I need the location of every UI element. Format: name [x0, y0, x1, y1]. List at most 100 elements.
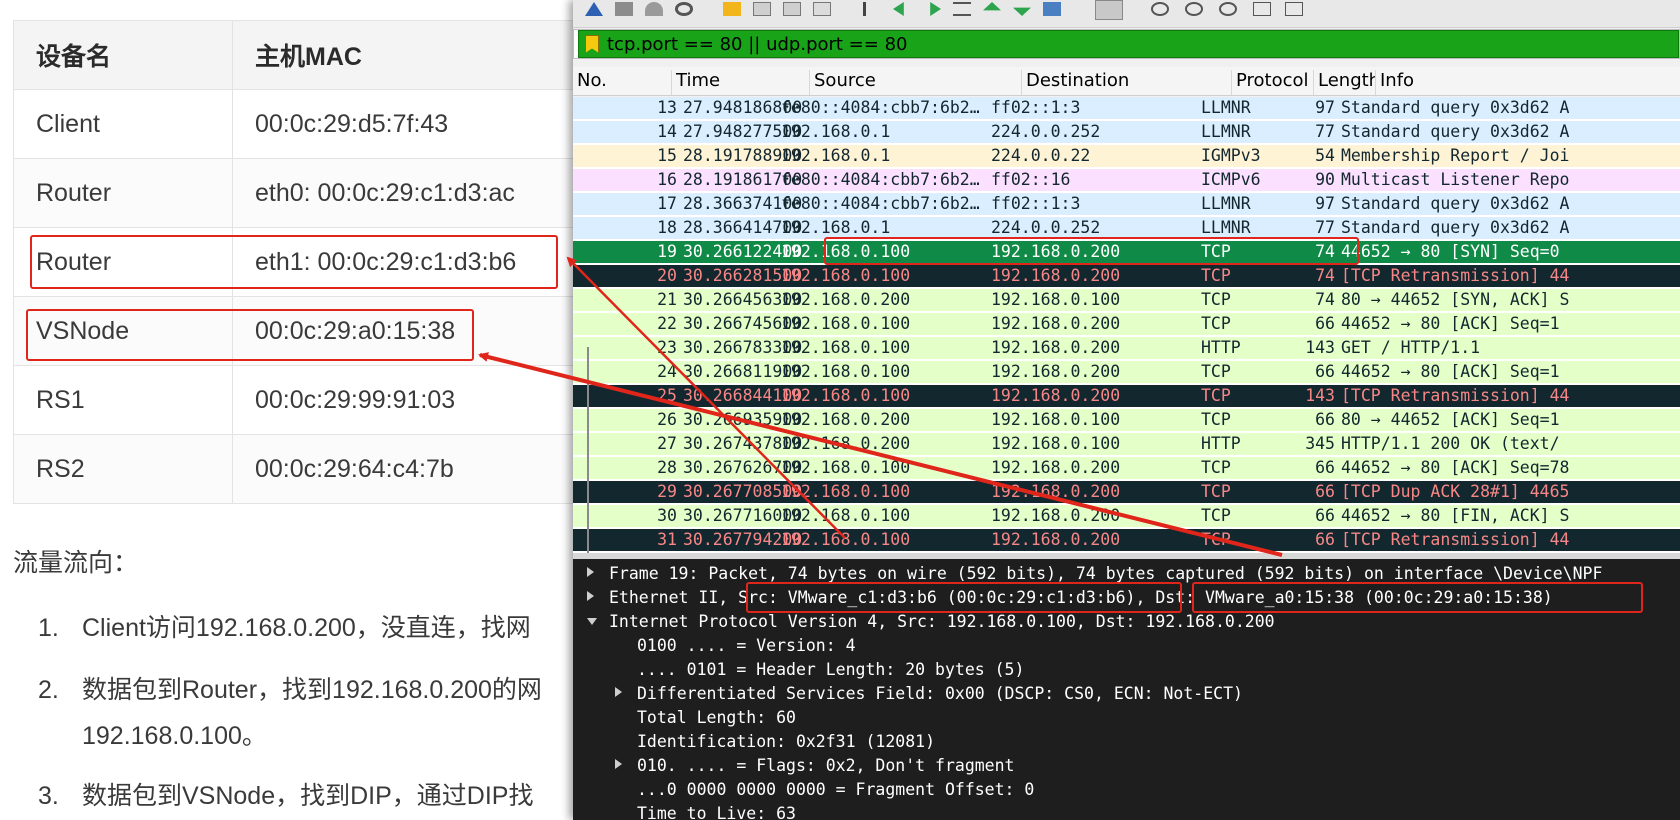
packet-protocol-cell: HTTP	[1201, 338, 1241, 357]
packet-source-cell: 192.168.0.100	[781, 266, 911, 285]
packet-row[interactable]: 28 30.267626700 192.168.0.100 192.168.0.200…	[573, 457, 1680, 479]
packet-no-cell: 17	[657, 194, 677, 213]
go-back-icon[interactable]	[893, 2, 904, 16]
column-header-info[interactable]: Info	[1375, 70, 1680, 95]
column-header-source[interactable]: Source	[809, 70, 1021, 95]
packet-destination-cell: 192.168.0.100	[991, 290, 1121, 309]
save-file-icon[interactable]	[753, 2, 771, 16]
packet-row[interactable]: 17 28.366374100 fe80::4084:cbb7:6b2… ff02::…	[573, 193, 1680, 215]
go-first-icon[interactable]	[983, 2, 1001, 11]
packet-destination-cell: 192.168.0.200	[991, 338, 1121, 357]
packet-row[interactable]: 26 30.266935900 192.168.0.200 192.168.0.100…	[573, 409, 1680, 431]
stop-capture-icon[interactable]	[615, 2, 633, 16]
packet-row[interactable]: 27 30.267437800 192.168.0.200 192.168.0.100…	[573, 433, 1680, 455]
packet-row[interactable]: 25 30.266844100 192.168.0.100 192.168.0.200…	[573, 385, 1680, 407]
packet-row[interactable]: 20 30.266281500 192.168.0.100 192.168.0.200…	[573, 265, 1680, 287]
colorize-icon[interactable]	[1095, 0, 1123, 20]
detail-text: Identification: 0x2f31 (12081)	[637, 732, 936, 751]
go-to-packet-icon[interactable]	[953, 2, 971, 16]
document-panel: 设备名 主机MAC Client 00:0c:29:d5:7f:43 Route…	[0, 0, 580, 820]
detail-tree-item[interactable]: Differentiated Services Field: 0x00 (DSC…	[573, 683, 1680, 705]
packet-info-cell: Membership Report / Joi	[1341, 146, 1570, 165]
packet-protocol-cell: HTTP	[1201, 434, 1241, 453]
detail-tree-item[interactable]: Time to Live: 63	[573, 803, 1680, 820]
packet-row[interactable]: 24 30.266811900 192.168.0.100 192.168.0.200…	[573, 361, 1680, 383]
packet-protocol-cell: LLMNR	[1201, 122, 1251, 141]
packet-no-cell: 20	[657, 266, 677, 285]
packet-list-header: No. Time Source Destination Protocol Len…	[573, 67, 1680, 96]
packet-info-cell: 80 → 44652 [SYN, ACK] S	[1341, 290, 1570, 309]
zoom-normal-icon[interactable]	[1219, 2, 1237, 16]
expand-arrow-icon[interactable]	[615, 759, 622, 769]
expand-arrow-icon[interactable]	[587, 567, 594, 577]
table-row: Router eth0: 00:0c:29:c1:d3:ac	[13, 158, 580, 228]
highlight-packet-19-box	[824, 237, 1359, 265]
packet-info-cell: [TCP Retransmission] 44	[1341, 386, 1570, 405]
detail-tree-item[interactable]: 0100 .... = Version: 4	[573, 635, 1680, 657]
packet-source-cell: fe80::4084:cbb7:6b2…	[781, 98, 980, 117]
packet-info-cell: GET / HTTP/1.1	[1341, 338, 1481, 357]
packet-destination-cell: 192.168.0.200	[991, 530, 1121, 549]
packet-row[interactable]: 31 30.267794200 192.168.0.100 192.168.0.200…	[573, 529, 1680, 551]
packet-info-cell: HTTP/1.1 200 OK (text/	[1341, 434, 1560, 453]
detail-tree-item[interactable]: 010. .... = Flags: 0x2, Don't fragment	[573, 755, 1680, 777]
autoscroll-icon[interactable]	[1043, 2, 1061, 16]
packet-row[interactable]: 15 28.191788900 192.168.0.1 224.0.0.22 IGMPv…	[573, 145, 1680, 167]
device-name-cell: Client	[13, 89, 233, 159]
mac-cell: 00:0c:29:64:c4:7b	[232, 434, 580, 504]
open-file-icon[interactable]	[723, 2, 741, 16]
restart-capture-icon[interactable]	[645, 2, 663, 16]
zoom-in-icon[interactable]	[1151, 2, 1169, 16]
packet-destination-cell: 224.0.0.252	[991, 218, 1101, 237]
zoom-out-icon[interactable]	[1185, 2, 1203, 16]
go-forward-icon[interactable]	[930, 2, 941, 16]
packet-protocol-cell: TCP	[1201, 458, 1231, 477]
step-item: 192.168.0.100。	[38, 713, 267, 759]
packet-destination-cell: 224.0.0.252	[991, 122, 1101, 141]
layout-icon[interactable]	[1285, 2, 1303, 16]
packet-source-cell: 192.168.0.1	[781, 122, 891, 141]
detail-text: Differentiated Services Field: 0x00 (DSC…	[637, 684, 1243, 703]
display-filter-bar: tcp.port == 80 || udp.port == 80	[573, 29, 1680, 59]
packet-source-cell: fe80::4084:cbb7:6b2…	[781, 170, 980, 189]
step-text: Client访问192.168.0.200，没直连，找网	[82, 614, 531, 642]
packet-row[interactable]: 30 30.267716000 192.168.0.100 192.168.0.200…	[573, 505, 1680, 527]
display-filter-input[interactable]: tcp.port == 80 || udp.port == 80	[578, 30, 1679, 58]
packet-no-cell: 21	[657, 290, 677, 309]
close-file-icon[interactable]	[783, 2, 801, 16]
packet-row[interactable]: 13 27.948186800 fe80::4084:cbb7:6b2… ff02::…	[573, 97, 1680, 119]
detail-tree-item[interactable]: Identification: 0x2f31 (12081)	[573, 731, 1680, 753]
step-item: 1. Client访问192.168.0.200，没直连，找网	[38, 605, 531, 651]
expand-arrow-icon[interactable]	[587, 591, 594, 601]
column-header-length[interactable]: Length	[1313, 70, 1375, 95]
find-packet-icon[interactable]	[863, 2, 881, 16]
packet-row[interactable]: 16 28.191861700 fe80::4084:cbb7:6b2… ff02::…	[573, 169, 1680, 191]
packet-row[interactable]: 14 27.948277500 192.168.0.1 224.0.0.252 LLMN…	[573, 121, 1680, 143]
capture-options-icon[interactable]	[675, 2, 693, 16]
expand-arrow-icon[interactable]	[615, 687, 622, 697]
detail-tree-item[interactable]: Total Length: 60	[573, 707, 1680, 729]
detail-tree-item[interactable]: Internet Protocol Version 4, Src: 192.16…	[573, 611, 1680, 633]
go-last-icon[interactable]	[1013, 7, 1031, 16]
packet-row[interactable]: 18 28.366414700 192.168.0.1 224.0.0.252 LLMN…	[573, 217, 1680, 239]
detail-tree-item[interactable]: .... 0101 = Header Length: 20 bytes (5)	[573, 659, 1680, 681]
detail-tree-item[interactable]: ...0 0000 0000 0000 = Fragment Offset: 0	[573, 779, 1680, 801]
packet-destination-cell: 192.168.0.200	[991, 314, 1121, 333]
packet-protocol-cell: TCP	[1201, 290, 1231, 309]
packet-row[interactable]: 22 30.266745600 192.168.0.100 192.168.0.200…	[573, 313, 1680, 335]
column-header-destination[interactable]: Destination	[1021, 70, 1231, 95]
reload-file-icon[interactable]	[813, 2, 831, 16]
collapse-arrow-icon[interactable]	[587, 618, 597, 625]
packet-row[interactable]: 21 30.266456300 192.168.0.200 192.168.0.100…	[573, 289, 1680, 311]
column-header-no[interactable]: No.	[573, 70, 677, 95]
packet-row[interactable]: 23 30.266783300 192.168.0.100 192.168.0.200…	[573, 337, 1680, 359]
packet-row[interactable]: 29 30.267708500 192.168.0.100 192.168.0.200…	[573, 481, 1680, 503]
column-header-time[interactable]: Time	[671, 70, 809, 95]
resize-columns-icon[interactable]	[1253, 2, 1271, 16]
packet-source-cell: 192.168.0.100	[781, 386, 911, 405]
packet-info-cell: Standard query 0x3d62 A	[1341, 218, 1570, 237]
shark-fin-icon[interactable]	[585, 2, 603, 16]
column-header-protocol[interactable]: Protocol	[1231, 70, 1313, 95]
packet-length-cell: 74	[1315, 266, 1335, 285]
bookmark-icon[interactable]	[585, 35, 599, 53]
